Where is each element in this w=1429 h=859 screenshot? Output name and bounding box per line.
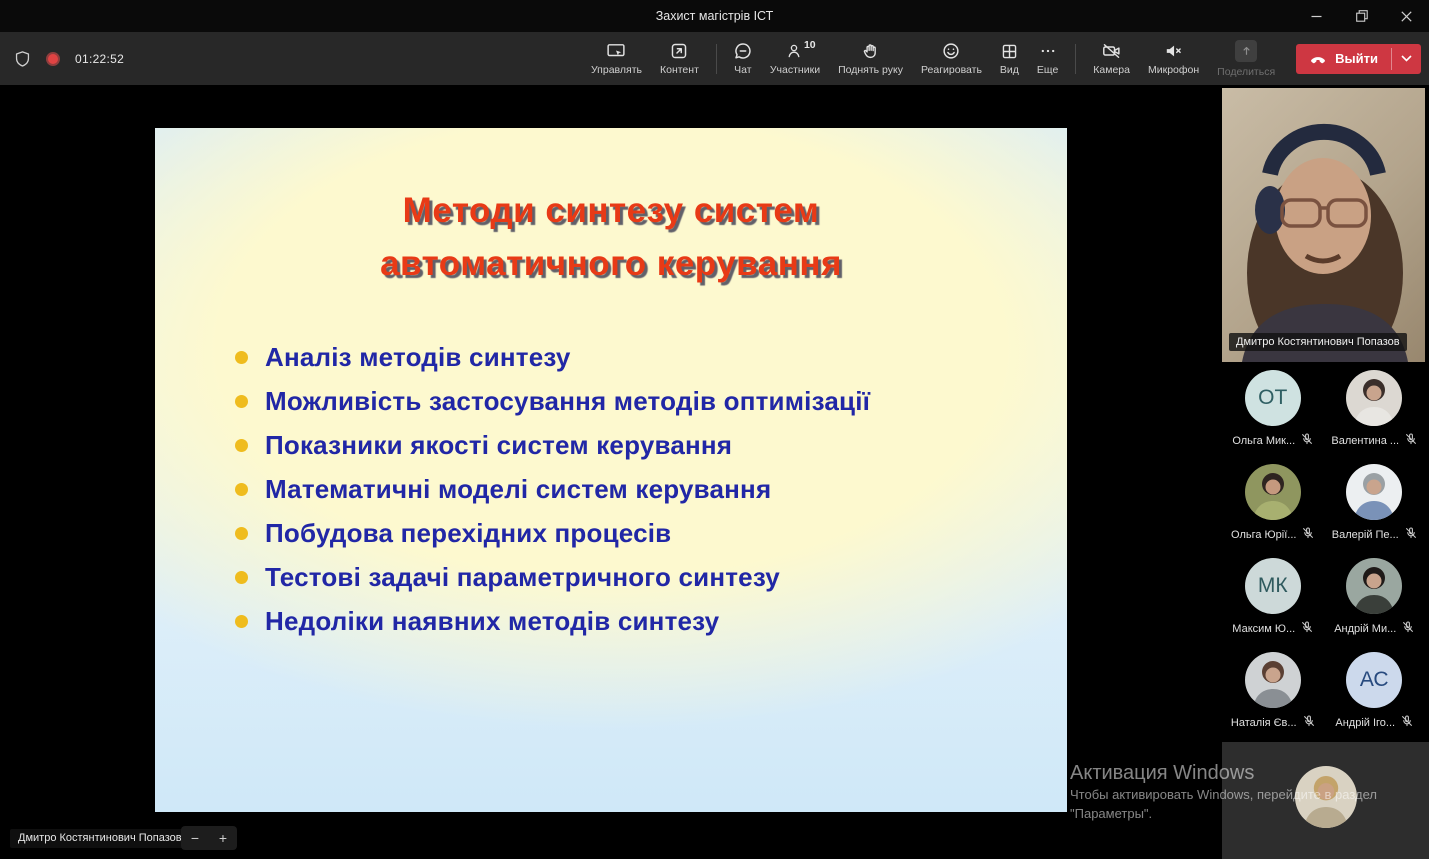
participant-tile[interactable]: Наталія Єв...: [1222, 650, 1324, 744]
mic-muted-icon: [1301, 621, 1313, 636]
toolbar-divider: [1075, 43, 1077, 74]
raise-hand-icon: [862, 41, 879, 60]
photo-avatar: [1244, 464, 1301, 520]
share-button: Поделиться: [1208, 32, 1284, 85]
slide-title: Методи синтезу систем автоматичного керу…: [155, 184, 1067, 290]
participant-tile[interactable]: АС Андрій Іго...: [1324, 650, 1426, 744]
slide-bullet: Можливість застосування методів оптиміза…: [235, 379, 870, 423]
zoom-in-button[interactable]: +: [209, 826, 237, 850]
participant-tile[interactable]: Валерій Пе...: [1324, 462, 1426, 556]
mic-muted-icon: [1301, 433, 1313, 448]
restore-button[interactable]: [1339, 0, 1384, 32]
participants-count: 10: [803, 39, 816, 51]
participants-button[interactable]: 10 Участники: [761, 32, 829, 85]
sharer-name-label: Дмитро Костянтинович Попазов: [10, 829, 190, 848]
participant-name: Ольга Мик...: [1232, 434, 1296, 447]
recording-indicator: [46, 51, 60, 66]
participant-tile[interactable]: ОТ Ольга Мик...: [1222, 368, 1324, 462]
mic-muted-icon: [1405, 527, 1417, 542]
raise-hand-button[interactable]: Поднять руку: [829, 32, 912, 85]
photo-avatar: [1294, 766, 1357, 828]
participant-name: Андрій Іго...: [1335, 716, 1396, 729]
shared-slide: Методи синтезу систем автоматичного керу…: [155, 128, 1067, 812]
slide-bullet: Тестові задачі параметричного синтезу: [235, 555, 870, 599]
participant-name: Наталія Єв...: [1230, 716, 1297, 729]
bullet-dot-icon: [235, 394, 248, 408]
leave-menu-chevron[interactable]: [1392, 44, 1421, 74]
ellipsis-icon: [1039, 41, 1057, 60]
presenter-name-label: Дмитро Костянтинович Попазов: [1229, 333, 1407, 351]
participant-name: Андрій Ми...: [1334, 622, 1397, 635]
participant-tile[interactable]: Ольга Юрії...: [1222, 462, 1324, 556]
initials-avatar: МК: [1244, 558, 1301, 614]
photo-avatar: [1346, 558, 1403, 614]
slide-bullet: Недоліки наявних методів синтезу: [235, 599, 870, 643]
react-button[interactable]: Реагировать: [912, 32, 991, 85]
presenter-portrait: [1242, 123, 1408, 362]
more-button[interactable]: Еще: [1028, 32, 1067, 85]
bullet-dot-icon: [235, 438, 248, 452]
participant-name: Валентина ...: [1331, 434, 1400, 447]
window-title: Захист магістрів ІСТ: [655, 9, 774, 23]
photo-avatar: [1346, 464, 1403, 520]
mic-muted-icon: [1302, 527, 1314, 542]
participant-grid: ОТ Ольга Мик... Валентина ... Ольга Юрії…: [1222, 368, 1425, 744]
share-content-icon: [670, 41, 688, 60]
content-button[interactable]: Контент: [651, 32, 708, 85]
camera-button[interactable]: Камера: [1084, 32, 1139, 85]
microphone-button[interactable]: Микрофон: [1139, 32, 1208, 85]
mic-muted-icon: [1303, 715, 1315, 730]
speaker-muted-icon: [1164, 41, 1183, 60]
toolbar-divider: [715, 43, 717, 74]
sidebar-bottom-panel: [1222, 742, 1429, 859]
presenter-video[interactable]: Дмитро Костянтинович Попазов: [1222, 88, 1425, 362]
slide-title-line2: автоматичного керування: [380, 244, 842, 283]
slide-bullet: Показники якості систем керування: [235, 423, 870, 467]
slide-bullet: Математичні моделі систем керування: [235, 467, 870, 511]
meeting-window: Захист магістрів ІСТ 01:22:52 Управлять …: [0, 0, 1429, 859]
monitor-control-icon: [606, 41, 626, 60]
camera-off-icon: [1102, 41, 1121, 60]
smiley-icon: [942, 41, 960, 60]
manage-button[interactable]: Управлять: [582, 32, 651, 85]
participant-name: Валерій Пе...: [1331, 528, 1399, 541]
mic-muted-icon: [1405, 433, 1417, 448]
view-grid-icon: [1001, 41, 1018, 60]
mic-muted-icon: [1402, 621, 1414, 636]
bullet-dot-icon: [235, 570, 248, 584]
participants-icon: 10: [787, 39, 816, 60]
participant-tile[interactable]: МК Максим Ю...: [1222, 556, 1324, 650]
bullet-dot-icon: [235, 482, 248, 496]
slide-title-line1: Методи синтезу систем: [402, 191, 820, 230]
chat-button[interactable]: Чат: [725, 32, 761, 85]
zoom-controls: − +: [181, 826, 237, 850]
share-up-arrow-icon: [1235, 39, 1258, 62]
meeting-toolbar: 01:22:52 Управлять Контент Чат 10 Участн…: [0, 32, 1429, 85]
initials-avatar: ОТ: [1244, 370, 1301, 426]
bullet-dot-icon: [235, 350, 248, 364]
security-shield-icon: [15, 50, 30, 67]
participant-tile[interactable]: Андрій Ми...: [1324, 556, 1426, 650]
slide-bullet: Побудова перехідних процесів: [235, 511, 870, 555]
view-button[interactable]: Вид: [991, 32, 1028, 85]
participant-name: Ольга Юрії...: [1231, 528, 1297, 541]
meeting-timer: 01:22:52: [75, 51, 125, 66]
slide-bullet-list: Аналіз методів синтезу Можливість застос…: [235, 335, 870, 643]
minimize-button[interactable]: [1294, 0, 1339, 32]
leave-button[interactable]: Выйти: [1296, 43, 1421, 74]
hangup-phone-icon: [1311, 56, 1326, 63]
chat-icon: [734, 41, 752, 60]
participant-name: Максим Ю...: [1232, 622, 1296, 635]
photo-avatar: [1346, 370, 1403, 426]
mic-muted-icon: [1401, 715, 1413, 730]
bullet-dot-icon: [235, 526, 248, 540]
bullet-dot-icon: [235, 614, 248, 628]
zoom-out-button[interactable]: −: [181, 826, 209, 850]
photo-avatar: [1244, 652, 1301, 708]
slide-bullet: Аналіз методів синтезу: [235, 335, 870, 379]
close-button[interactable]: [1384, 0, 1429, 32]
participant-tile[interactable]: Валентина ...: [1324, 368, 1426, 462]
initials-avatar: АС: [1346, 652, 1403, 708]
title-bar: Захист магістрів ІСТ: [0, 0, 1429, 32]
